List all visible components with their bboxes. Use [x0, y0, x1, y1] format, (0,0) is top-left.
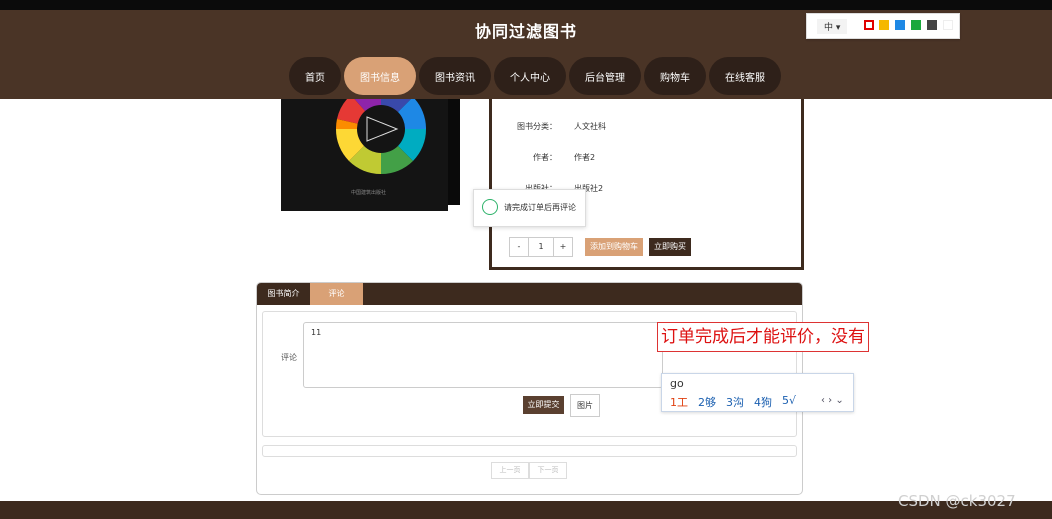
book-publisher-print: 中国建筑出版社 — [351, 190, 387, 196]
theme-color-white[interactable] — [943, 20, 953, 30]
ime-candidate-window: go 1工 2够 3沟 4狗 5√ ‹ › ⌄ — [661, 373, 854, 412]
ime-candidate[interactable]: 3沟 — [726, 394, 744, 410]
quantity-input[interactable]: 1 — [529, 238, 554, 256]
ime-candidate[interactable]: 2够 — [698, 394, 716, 410]
theme-color-yellow[interactable] — [879, 20, 889, 30]
book-spine — [448, 99, 460, 205]
theme-color-red[interactable] — [864, 20, 874, 30]
nav-book-news[interactable]: 图书资讯 — [419, 57, 491, 95]
category-value: 人文社科 — [574, 122, 606, 131]
book-details-panel: 图书分类： 人文社科 作者： 作者2 出版社： 出版社2 - 1 + 添加到购物… — [489, 99, 804, 270]
ime-input-text: go — [670, 377, 684, 390]
author-value: 作者2 — [574, 153, 596, 162]
quantity-stepper: - 1 + — [509, 237, 573, 257]
theme-color-green[interactable] — [911, 20, 921, 30]
ime-candidate[interactable]: 4狗 — [754, 394, 772, 410]
add-to-cart-button[interactable]: 添加到购物车 — [585, 238, 643, 256]
main-nav: 首页 图书信息 图书资讯 个人中心 后台管理 购物车 在线客服 — [289, 57, 781, 95]
nav-cart[interactable]: 购物车 — [644, 57, 706, 95]
quantity-minus-button[interactable]: - — [510, 238, 529, 256]
prev-page-button[interactable]: 上一页 — [491, 462, 529, 479]
comment-list — [262, 445, 797, 457]
nav-personal-center[interactable]: 个人中心 — [494, 57, 566, 95]
toast-message: 请完成订单后再评论 — [473, 189, 586, 227]
site-footer — [0, 501, 1052, 519]
author-label: 作者： — [533, 153, 557, 162]
toast-text: 请完成订单后再评论 — [504, 203, 576, 212]
nav-admin[interactable]: 后台管理 — [569, 57, 641, 95]
window-top-edge — [0, 0, 1052, 10]
theme-switcher: 中 ▾ — [806, 13, 960, 39]
book-cover-image: 中国建筑出版社 — [281, 83, 448, 211]
quantity-plus-button[interactable]: + — [554, 238, 572, 256]
ime-page-arrows[interactable]: ‹ › ⌄ — [821, 395, 844, 406]
buy-now-button[interactable]: 立即购买 — [649, 238, 691, 256]
theme-color-blue[interactable] — [895, 20, 905, 30]
ime-candidates: 1工 2够 3沟 4狗 5√ — [670, 394, 796, 410]
ime-candidate[interactable]: 1工 — [670, 394, 688, 410]
submit-comment-button[interactable]: 立即提交 — [523, 396, 564, 414]
nav-online-service[interactable]: 在线客服 — [709, 57, 781, 95]
comment-label: 评论 — [281, 353, 297, 362]
nav-home[interactable]: 首页 — [289, 57, 341, 95]
nav-book-info[interactable]: 图书信息 — [344, 57, 416, 95]
next-page-button[interactable]: 下一页 — [529, 462, 567, 479]
comment-textarea[interactable]: 11 — [303, 322, 663, 388]
watermark: CSDN @ck3027 — [898, 492, 1016, 510]
annotation-text: 订单完成后才能评价，没有 — [657, 322, 869, 352]
theme-color-dark[interactable] — [927, 20, 937, 30]
language-select[interactable]: 中 ▾ — [817, 19, 848, 34]
smile-icon — [482, 199, 498, 215]
category-label: 图书分类： — [517, 122, 557, 131]
ime-candidate[interactable]: 5√ — [782, 394, 796, 410]
tab-comments[interactable]: 评论 — [310, 283, 363, 305]
pagination: 上一页 下一页 — [491, 462, 567, 479]
tab-book-intro[interactable]: 图书简介 — [257, 283, 310, 305]
tab-bar: 图书简介 评论 — [257, 283, 802, 305]
upload-image-button[interactable]: 图片 — [570, 394, 600, 417]
